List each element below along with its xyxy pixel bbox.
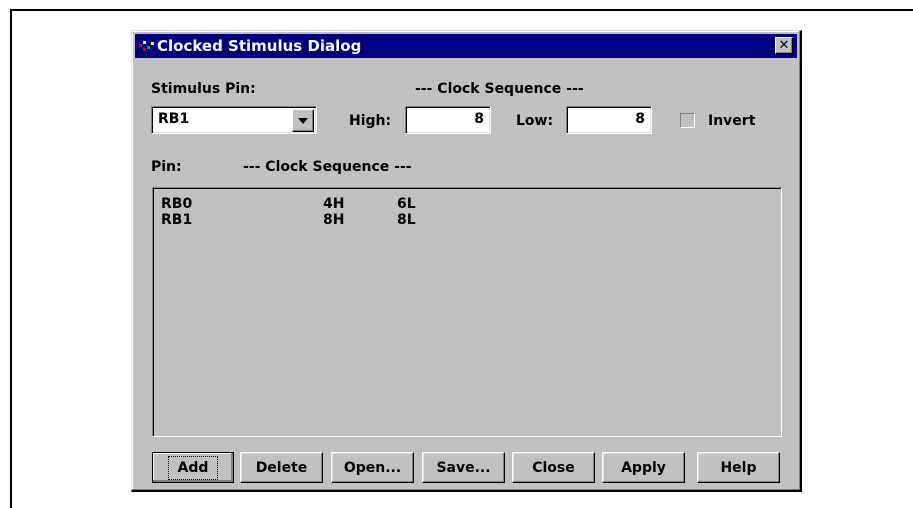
high-label: High: xyxy=(349,113,392,129)
list-item-high: 8H xyxy=(323,212,345,228)
add-button-label: Add xyxy=(167,455,219,480)
low-input[interactable]: 8 xyxy=(566,106,652,134)
list-item-pin: RB0 xyxy=(161,196,193,212)
close-icon[interactable]: ✕ xyxy=(775,37,793,54)
clock-sequence-header: --- Clock Sequence --- xyxy=(415,81,584,97)
stimulus-pin-label: Stimulus Pin: xyxy=(151,81,256,97)
sequence-listbox[interactable]: RB0 4H 6L RB1 8H 8L xyxy=(152,187,782,437)
clocked-stimulus-dialog: Clocked Stimulus Dialog ✕ Stimulus Pin: … xyxy=(131,30,802,492)
app-logo-icon xyxy=(139,41,154,51)
delete-button[interactable]: Delete xyxy=(240,452,323,483)
dropdown-arrow-icon[interactable] xyxy=(292,109,314,132)
document-frame-top xyxy=(10,9,913,11)
high-input[interactable]: 8 xyxy=(405,106,491,134)
add-button[interactable]: Add xyxy=(152,452,234,483)
stimulus-pin-select[interactable]: RB1 xyxy=(151,106,317,134)
open-button[interactable]: Open... xyxy=(331,452,414,483)
invert-checkbox[interactable] xyxy=(680,113,695,128)
stimulus-pin-value: RB1 xyxy=(158,111,190,127)
high-value: 8 xyxy=(474,111,484,127)
document-frame-left xyxy=(10,9,12,508)
low-label: Low: xyxy=(516,113,554,129)
save-button[interactable]: Save... xyxy=(422,452,505,483)
low-value: 8 xyxy=(635,111,645,127)
list-item-low: 8L xyxy=(397,212,416,228)
list-item-pin: RB1 xyxy=(161,212,193,228)
title-bar[interactable]: Clocked Stimulus Dialog ✕ xyxy=(135,34,797,58)
apply-button[interactable]: Apply xyxy=(602,452,685,483)
pin-column-header: Pin: xyxy=(151,159,182,175)
list-item-high: 4H xyxy=(323,196,345,212)
invert-label: Invert xyxy=(708,113,756,129)
dialog-title: Clocked Stimulus Dialog xyxy=(157,37,362,55)
close-button[interactable]: Close xyxy=(512,452,595,483)
help-button[interactable]: Help xyxy=(697,452,780,483)
list-item-low: 6L xyxy=(397,196,416,212)
list-clock-sequence-header: --- Clock Sequence --- xyxy=(243,159,412,175)
